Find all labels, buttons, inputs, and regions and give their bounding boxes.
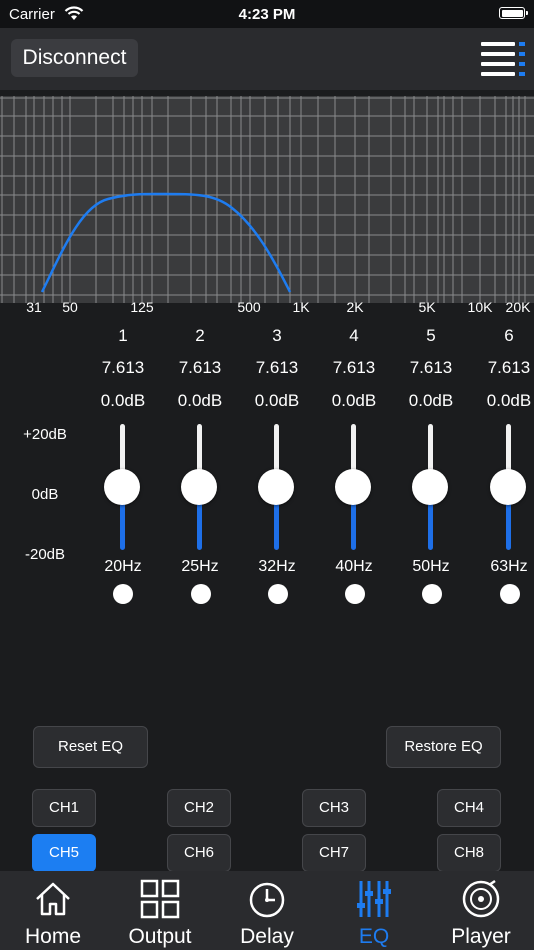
db-scale-bottom: -20dB <box>24 546 66 563</box>
band-toggle[interactable] <box>268 584 288 604</box>
tab-label: EQ <box>358 925 390 948</box>
freq-tick-label: 125 <box>130 299 154 315</box>
band-q-value[interactable]: 7.613 <box>161 358 239 378</box>
frequency-axis: 31 50 125 500 1K 2K 5K 10K 20K <box>0 297 534 319</box>
channel-button-ch8[interactable]: CH8 <box>437 834 501 872</box>
eq-curve-plot <box>0 96 534 303</box>
band-number: 5 <box>426 326 436 345</box>
band-q-value[interactable]: 7.613 <box>84 358 162 378</box>
freq-tick-label: 20K <box>505 299 531 315</box>
status-bar: Carrier 4:23 PM <box>0 0 534 28</box>
freq-tick-label: 5K <box>418 299 436 315</box>
slider-thumb[interactable] <box>412 469 448 505</box>
grid-icon <box>140 879 180 919</box>
band-gain-slider[interactable] <box>410 424 450 550</box>
freq-tick-label: 10K <box>467 299 493 315</box>
channel-button-ch6[interactable]: CH6 <box>167 834 231 872</box>
band-gain-slider[interactable] <box>488 424 528 550</box>
band-gain-slider[interactable] <box>333 424 373 550</box>
disc-icon <box>462 879 500 918</box>
band-gain-slider[interactable] <box>102 424 142 550</box>
channel-button-ch7[interactable]: CH7 <box>302 834 366 872</box>
band-number: 4 <box>349 326 359 345</box>
status-time: 4:23 PM <box>238 6 296 23</box>
band-frequency[interactable]: 20Hz <box>84 558 162 576</box>
graph-grid <box>0 96 534 303</box>
band-toggle[interactable] <box>113 584 133 604</box>
freq-tick-label: 1K <box>292 299 310 315</box>
band-gain-value: 0.0dB <box>100 391 146 410</box>
band-gain-value: 0.0dB <box>331 391 377 410</box>
slider-thumb[interactable] <box>181 469 217 505</box>
band-gain-value: 0.0dB <box>486 391 532 410</box>
freq-tick-label: 2K <box>346 299 364 315</box>
band-frequency[interactable]: 25Hz <box>161 558 239 576</box>
band-gain-value: 0.0dB <box>177 391 223 410</box>
band-q-value[interactable]: 7.613 <box>315 358 393 378</box>
db-scale-mid: 0dB <box>31 486 59 503</box>
channel-button-ch1[interactable]: CH1 <box>32 789 96 827</box>
eq-response-graph <box>0 96 534 303</box>
band-toggle[interactable] <box>345 584 365 604</box>
disconnect-button[interactable]: Disconnect <box>11 39 138 77</box>
battery-icon <box>499 7 528 19</box>
top-bar: Disconnect <box>0 28 534 90</box>
band-gain-value: 0.0dB <box>408 391 454 410</box>
tab-player[interactable]: Player <box>428 871 534 950</box>
clock-icon <box>249 882 285 918</box>
tab-output[interactable]: Output <box>107 871 213 950</box>
eq-curve <box>40 192 292 293</box>
slider-thumb[interactable] <box>335 469 371 505</box>
channel-button-ch5[interactable]: CH5 <box>32 834 96 872</box>
band-frequency[interactable]: 50Hz <box>392 558 470 576</box>
tab-home[interactable]: Home <box>0 871 106 950</box>
band-gain-slider[interactable] <box>179 424 219 550</box>
home-icon <box>36 882 70 916</box>
tab-label: Delay <box>240 925 294 948</box>
channel-button-ch4[interactable]: CH4 <box>437 789 501 827</box>
freq-tick-label: 31 <box>26 299 42 315</box>
band-q-value[interactable]: 7.613 <box>238 358 316 378</box>
channel-button-ch3[interactable]: CH3 <box>302 789 366 827</box>
channel-button-ch2[interactable]: CH2 <box>167 789 231 827</box>
tab-bar: Home Output Delay EQ Player <box>0 871 534 950</box>
tab-delay[interactable]: Delay <box>214 871 320 950</box>
band-number: 2 <box>195 326 205 345</box>
band-gain-slider[interactable] <box>256 424 296 550</box>
menu-icon[interactable] <box>481 42 525 76</box>
restore-eq-button[interactable]: Restore EQ <box>386 726 501 768</box>
band-number: 3 <box>272 326 282 345</box>
slider-thumb[interactable] <box>490 469 526 505</box>
reset-eq-button[interactable]: Reset EQ <box>33 726 148 768</box>
freq-tick-label: 50 <box>62 299 78 315</box>
band-number: 1 <box>118 326 128 345</box>
db-scale-top: +20dB <box>23 426 67 443</box>
band-toggle[interactable] <box>500 584 520 604</box>
tab-eq[interactable]: EQ <box>321 871 427 950</box>
slider-thumb[interactable] <box>104 469 140 505</box>
band-frequency[interactable]: 63Hz <box>470 558 534 576</box>
tab-label: Player <box>451 925 511 948</box>
band-toggle[interactable] <box>191 584 211 604</box>
band-q-value[interactable]: 7.613 <box>470 358 534 378</box>
band-frequency[interactable]: 40Hz <box>315 558 393 576</box>
band-frequency[interactable]: 32Hz <box>238 558 316 576</box>
band-toggle[interactable] <box>422 584 442 604</box>
slider-thumb[interactable] <box>258 469 294 505</box>
tab-label: Output <box>128 925 192 948</box>
band-q-value[interactable]: 7.613 <box>392 358 470 378</box>
tab-label: Home <box>24 925 82 948</box>
band-number: 6 <box>504 326 514 345</box>
band-gain-value: 0.0dB <box>254 391 300 410</box>
freq-tick-label: 500 <box>237 299 261 315</box>
equalizer-icon <box>357 881 391 917</box>
